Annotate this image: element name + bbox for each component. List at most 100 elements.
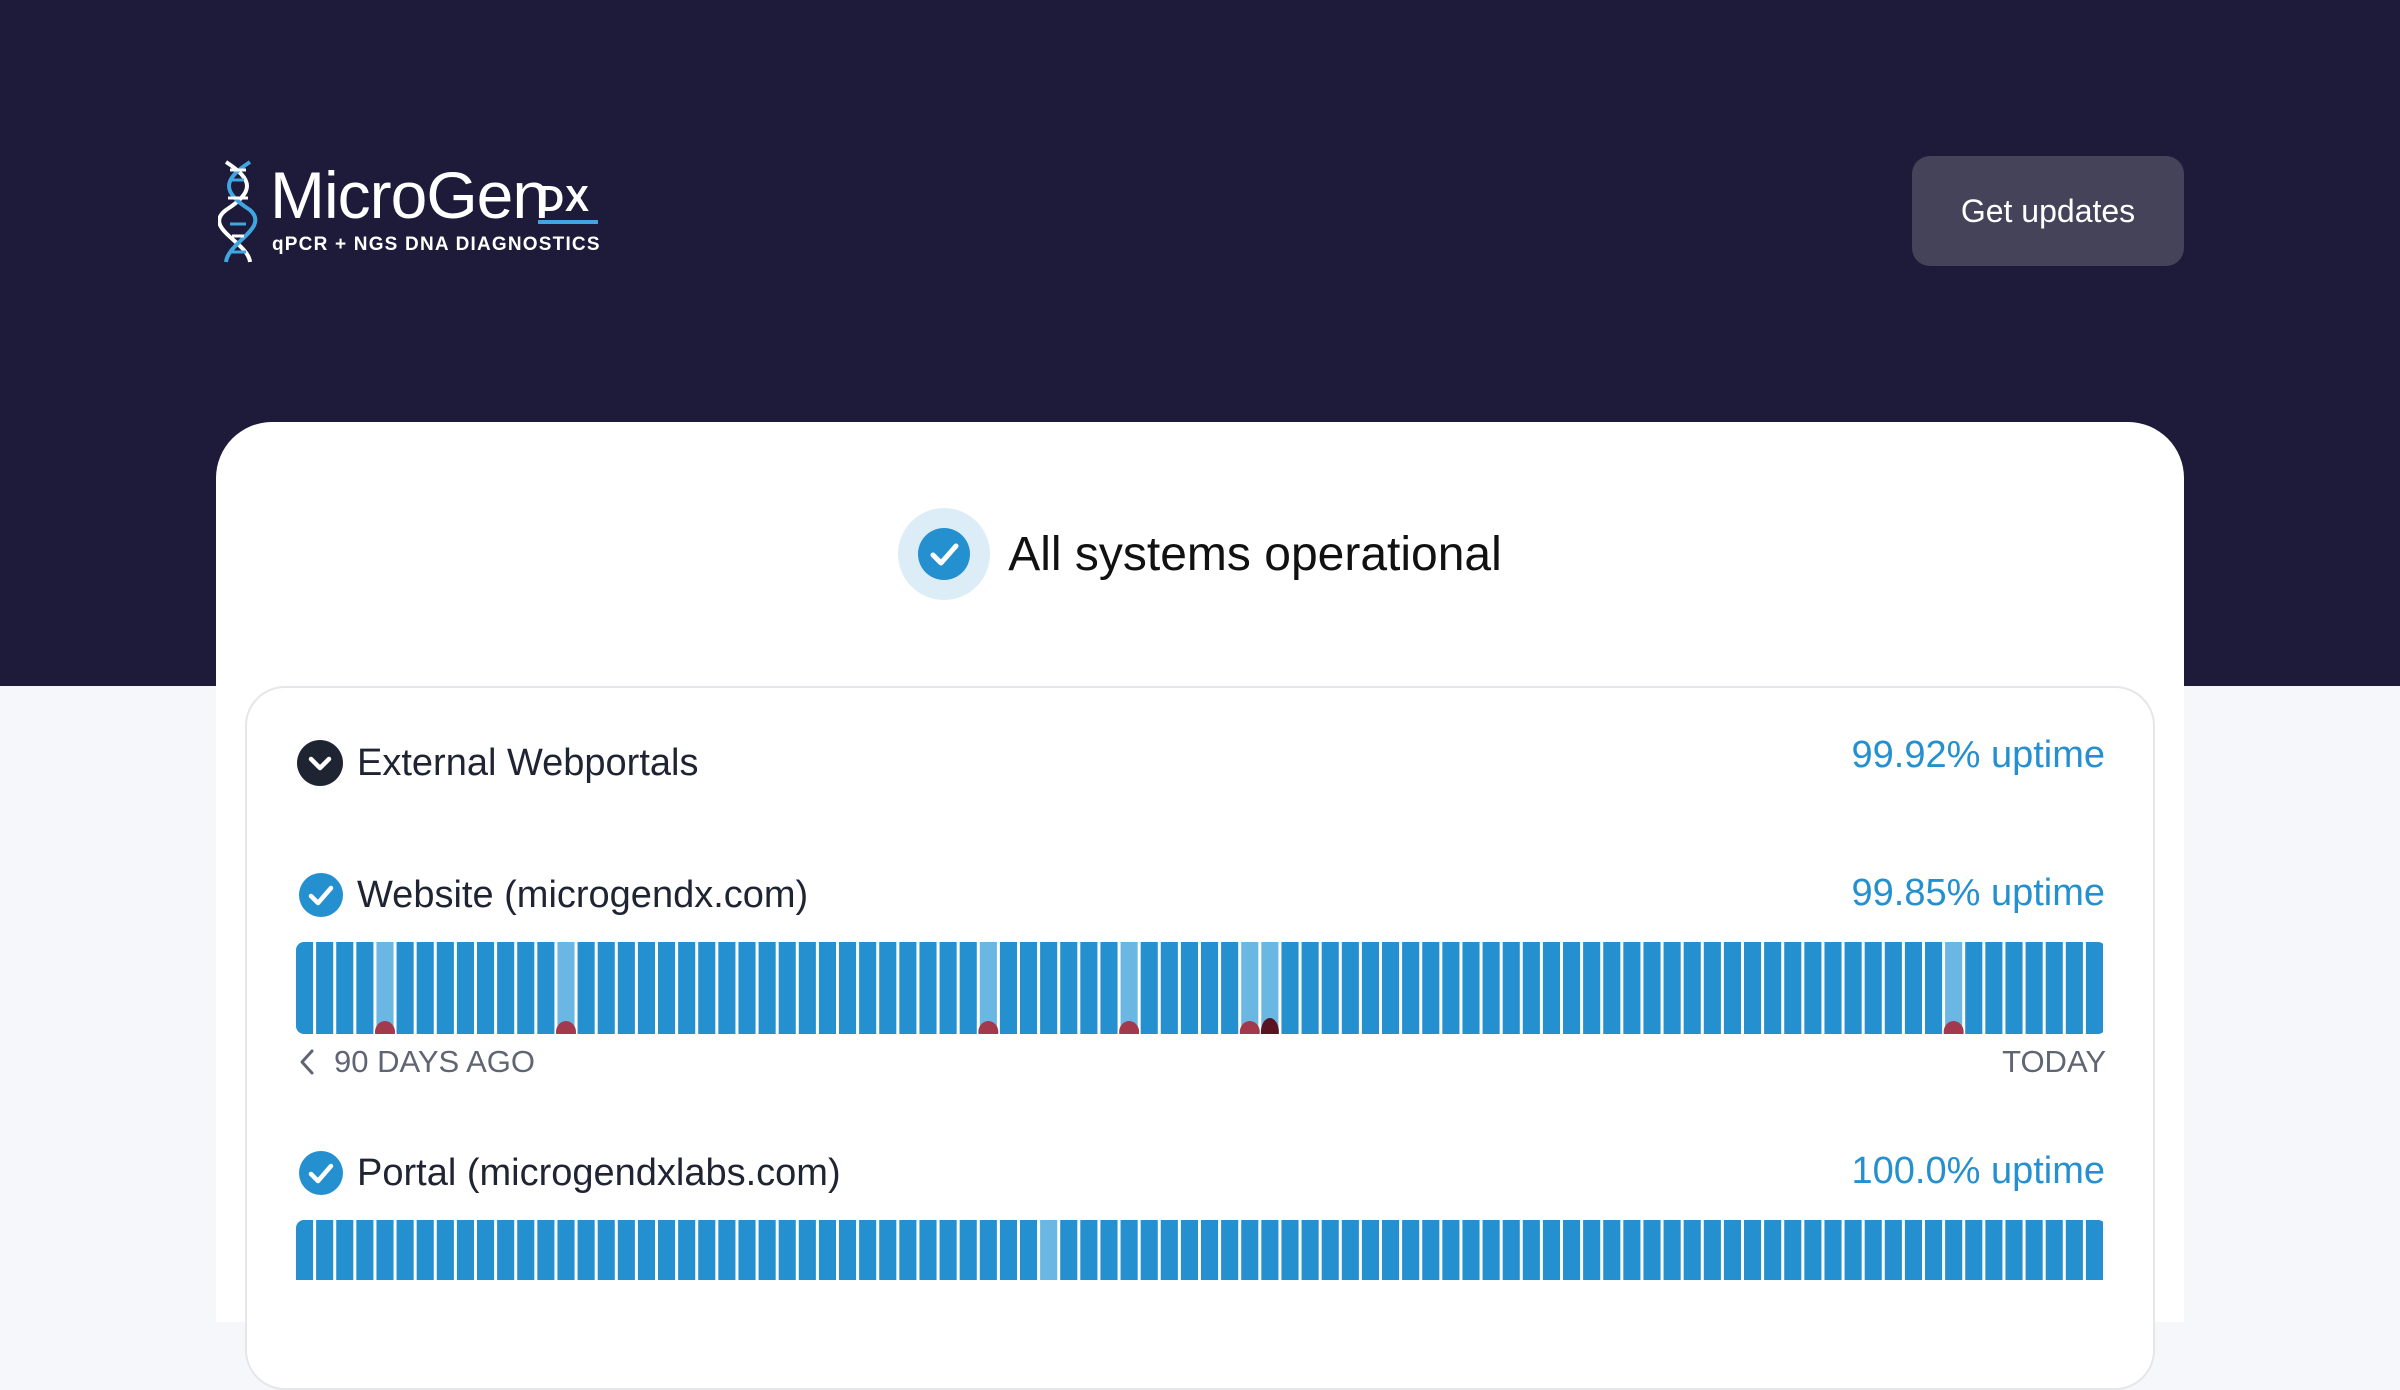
uptime-day-bar[interactable]	[738, 1220, 756, 1280]
uptime-day-bar[interactable]	[2025, 942, 2043, 1034]
uptime-day-bar[interactable]	[1502, 1220, 1520, 1280]
uptime-day-bar[interactable]	[1784, 942, 1802, 1034]
uptime-day-bar[interactable]	[2085, 942, 2103, 1034]
uptime-day-bar[interactable]	[1180, 1220, 1198, 1280]
uptime-day-bar[interactable]	[1723, 1220, 1741, 1280]
uptime-day-bar[interactable]	[1864, 1220, 1882, 1280]
uptime-day-bar[interactable]	[1281, 1220, 1299, 1280]
uptime-day-bar[interactable]	[1140, 942, 1158, 1034]
uptime-day-bar[interactable]	[1804, 942, 1822, 1034]
uptime-day-bar[interactable]	[1221, 942, 1239, 1034]
uptime-day-bar[interactable]	[637, 942, 655, 1034]
uptime-day-bar[interactable]	[577, 942, 595, 1034]
uptime-day-bar[interactable]	[1703, 942, 1721, 1034]
uptime-day-bar[interactable]	[1361, 1220, 1379, 1280]
uptime-day-bar[interactable]	[839, 942, 857, 1034]
uptime-day-bar[interactable]	[939, 942, 957, 1034]
uptime-day-bar[interactable]	[617, 1220, 635, 1280]
uptime-day-bar[interactable]	[1120, 942, 1138, 1034]
uptime-day-bar[interactable]	[718, 942, 736, 1034]
uptime-day-bar[interactable]	[1382, 942, 1400, 1034]
uptime-day-bar[interactable]	[818, 1220, 836, 1280]
uptime-day-bar[interactable]	[698, 942, 716, 1034]
uptime-day-bar[interactable]	[2045, 1220, 2063, 1280]
uptime-day-bar[interactable]	[1623, 1220, 1641, 1280]
uptime-day-bar[interactable]	[718, 1220, 736, 1280]
uptime-day-bar[interactable]	[1040, 1220, 1058, 1280]
uptime-day-bar[interactable]	[1080, 1220, 1098, 1280]
uptime-day-bar[interactable]	[658, 1220, 676, 1280]
uptime-day-bar[interactable]	[1583, 942, 1601, 1034]
uptime-day-bar[interactable]	[396, 1220, 414, 1280]
uptime-day-bar[interactable]	[1985, 1220, 2003, 1280]
uptime-day-bar[interactable]	[778, 1220, 796, 1280]
uptime-day-bar[interactable]	[637, 1220, 655, 1280]
uptime-day-bar[interactable]	[1160, 1220, 1178, 1280]
uptime-day-bar[interactable]	[1603, 942, 1621, 1034]
uptime-day-bar[interactable]	[1884, 942, 1902, 1034]
uptime-day-bar[interactable]	[597, 942, 615, 1034]
uptime-day-bar[interactable]	[1844, 1220, 1862, 1280]
uptime-day-bar[interactable]	[1060, 942, 1078, 1034]
uptime-day-bar[interactable]	[1603, 1220, 1621, 1280]
uptime-day-bar[interactable]	[517, 942, 535, 1034]
uptime-day-bar[interactable]	[818, 942, 836, 1034]
uptime-day-bar[interactable]	[1241, 942, 1259, 1034]
uptime-day-bar[interactable]	[1965, 942, 1983, 1034]
group-header[interactable]: External Webportals	[297, 740, 698, 786]
uptime-day-bar[interactable]	[1442, 942, 1460, 1034]
uptime-day-bar[interactable]	[1402, 1220, 1420, 1280]
uptime-day-bar[interactable]	[798, 1220, 816, 1280]
uptime-day-bar[interactable]	[1201, 942, 1219, 1034]
uptime-day-bar[interactable]	[1542, 942, 1560, 1034]
uptime-day-bar[interactable]	[1100, 1220, 1118, 1280]
uptime-day-bar[interactable]	[1663, 1220, 1681, 1280]
uptime-day-bar[interactable]	[1925, 942, 1943, 1034]
uptime-day-bar[interactable]	[1341, 1220, 1359, 1280]
uptime-day-bar[interactable]	[1925, 1220, 1943, 1280]
uptime-day-bar[interactable]	[2065, 942, 2083, 1034]
uptime-day-bar[interactable]	[456, 1220, 474, 1280]
uptime-day-bar[interactable]	[959, 1220, 977, 1280]
uptime-day-bar[interactable]	[577, 1220, 595, 1280]
uptime-day-bar[interactable]	[1824, 1220, 1842, 1280]
uptime-day-bar[interactable]	[2005, 1220, 2023, 1280]
brand-logo[interactable]: MicroGen DX qPCR + NGS DNA DIAGNOSTICS	[218, 158, 600, 266]
uptime-day-bar[interactable]	[336, 1220, 354, 1280]
service-portal[interactable]: Portal (microgendxlabs.com)	[299, 1150, 841, 1196]
get-updates-button[interactable]: Get updates	[1912, 156, 2184, 266]
uptime-day-bar[interactable]	[2005, 942, 2023, 1034]
uptime-day-bar[interactable]	[1563, 1220, 1581, 1280]
uptime-day-bar[interactable]	[1744, 1220, 1762, 1280]
service-website[interactable]: Website (microgendx.com)	[299, 872, 808, 918]
uptime-day-bar[interactable]	[1522, 942, 1540, 1034]
uptime-day-bar[interactable]	[497, 942, 515, 1034]
uptime-day-bar[interactable]	[879, 1220, 897, 1280]
uptime-day-bar[interactable]	[1180, 942, 1198, 1034]
uptime-day-bar[interactable]	[1020, 1220, 1038, 1280]
uptime-day-bar[interactable]	[1241, 1220, 1259, 1280]
uptime-day-bar[interactable]	[1040, 942, 1058, 1034]
uptime-day-bar[interactable]	[1321, 1220, 1339, 1280]
uptime-day-bar[interactable]	[1884, 1220, 1902, 1280]
uptime-day-bar[interactable]	[336, 942, 354, 1034]
uptime-day-bar[interactable]	[658, 942, 676, 1034]
uptime-day-bar[interactable]	[617, 942, 635, 1034]
uptime-day-bar[interactable]	[738, 942, 756, 1034]
uptime-day-bar[interactable]	[1563, 942, 1581, 1034]
uptime-day-bar[interactable]	[477, 942, 495, 1034]
uptime-day-bar[interactable]	[899, 942, 917, 1034]
uptime-day-bar[interactable]	[1301, 942, 1319, 1034]
uptime-day-bar[interactable]	[1723, 942, 1741, 1034]
uptime-day-bar[interactable]	[979, 942, 997, 1034]
uptime-day-bar[interactable]	[859, 942, 877, 1034]
uptime-day-bar[interactable]	[356, 1220, 374, 1280]
uptime-day-bar[interactable]	[456, 942, 474, 1034]
uptime-day-bar[interactable]	[316, 942, 334, 1034]
uptime-day-bar[interactable]	[778, 942, 796, 1034]
uptime-day-bar[interactable]	[537, 942, 555, 1034]
uptime-day-bar[interactable]	[1060, 1220, 1078, 1280]
uptime-day-bar[interactable]	[376, 942, 394, 1034]
uptime-day-bar[interactable]	[1120, 1220, 1138, 1280]
uptime-day-bar[interactable]	[296, 942, 314, 1034]
